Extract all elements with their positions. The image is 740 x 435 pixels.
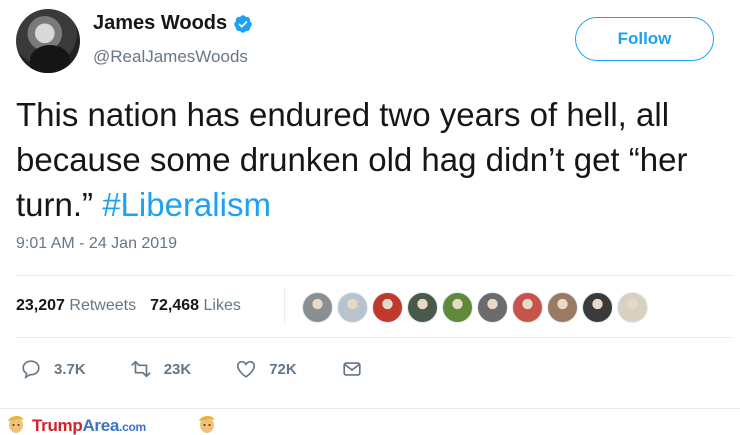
tweet-text: This nation has endured two years of hel…	[16, 92, 736, 227]
liker-avatars	[302, 292, 648, 323]
reply-count: 3.7K	[54, 360, 86, 378]
retweets-label: Retweets	[69, 297, 137, 314]
liker-avatar[interactable]	[617, 292, 648, 323]
retweets-stat[interactable]: 23,207 Retweets	[16, 297, 136, 315]
like-button[interactable]: 72K	[235, 358, 297, 380]
liker-avatar[interactable]	[407, 292, 438, 323]
display-name[interactable]: James Woods	[93, 12, 227, 35]
trump-face-icon	[8, 415, 24, 433]
liker-avatar[interactable]	[582, 292, 613, 323]
reply-icon	[22, 360, 40, 379]
hashtag-link[interactable]: #Liberalism	[102, 186, 271, 223]
heart-icon	[237, 360, 256, 378]
liker-avatar[interactable]	[477, 292, 508, 323]
reply-button[interactable]: 3.7K	[20, 358, 86, 380]
tweet-timestamp[interactable]: 9:01 AM - 24 Jan 2019	[16, 235, 177, 253]
brand-suffix: .com	[119, 420, 146, 434]
avatar[interactable]	[16, 9, 80, 73]
liker-avatar[interactable]	[547, 292, 578, 323]
direct-message-button[interactable]	[341, 358, 363, 380]
user-handle[interactable]: @RealJamesWoods	[93, 47, 248, 67]
tweet-actions: 3.7K 23K 72K	[20, 358, 407, 380]
liker-avatar[interactable]	[442, 292, 473, 323]
retweet-icon	[131, 360, 151, 378]
likes-label: Likes	[203, 297, 241, 314]
liker-avatar[interactable]	[302, 292, 333, 323]
divider	[16, 337, 732, 338]
retweet-button[interactable]: 23K	[130, 358, 192, 380]
envelope-icon	[343, 362, 361, 376]
likes-count: 72,468	[150, 297, 200, 314]
retweets-count: 23,207	[16, 297, 65, 314]
engagement-stats: 23,207 Retweets 72,468 Likes	[16, 297, 241, 315]
brand-part1: Trump	[32, 416, 83, 435]
stats-separator	[284, 288, 285, 324]
retweet-count: 23K	[163, 360, 192, 378]
brand-part2: Area	[82, 416, 120, 435]
brand-logo: TrumpArea.com	[32, 416, 146, 435]
trump-face-icon	[199, 415, 215, 433]
verified-badge-icon	[234, 14, 252, 33]
liker-avatar[interactable]	[337, 292, 368, 323]
divider	[16, 275, 732, 276]
like-count: 72K	[269, 360, 297, 378]
watermark-footer: TrumpArea.com	[0, 408, 740, 435]
liker-avatar[interactable]	[372, 292, 403, 323]
liker-avatar[interactable]	[512, 292, 543, 323]
likes-stat[interactable]: 72,468 Likes	[150, 297, 241, 315]
follow-button[interactable]: Follow	[575, 17, 714, 61]
user-name-row: James Woods	[93, 12, 253, 35]
